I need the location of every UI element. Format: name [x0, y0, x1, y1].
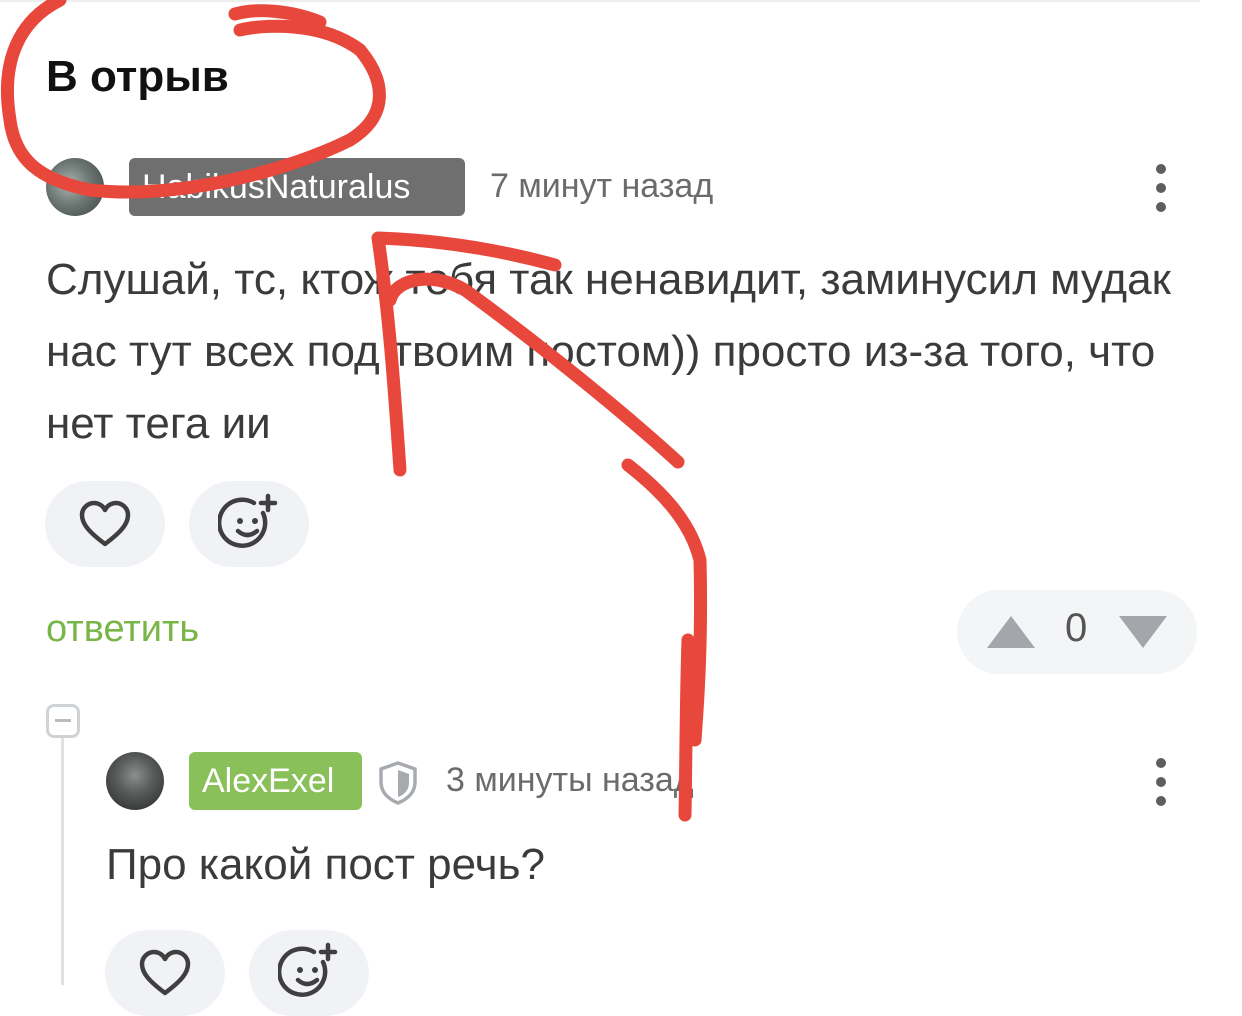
- arrow-down-icon[interactable]: [1117, 614, 1169, 650]
- arrow-up-icon[interactable]: [985, 614, 1037, 650]
- emoji-add-icon: [218, 493, 278, 548]
- rating-control: 0: [957, 590, 1197, 674]
- shield-icon: [379, 761, 417, 805]
- comment-text: Слушай, тс, ктож тебя так ненавидит, зам…: [46, 255, 1171, 448]
- comment-time: 7 минут назад: [490, 167, 714, 205]
- top-divider: [0, 0, 1200, 2]
- author-name[interactable]: HabikusNaturalus: [129, 158, 465, 216]
- collapse-minus-icon[interactable]: [46, 704, 80, 738]
- section-title: В отрыв: [46, 52, 229, 101]
- author-name[interactable]: AlexExel: [189, 752, 362, 810]
- rating-count: 0: [1065, 606, 1088, 650]
- avatar[interactable]: [46, 158, 104, 216]
- like-button[interactable]: [45, 481, 165, 567]
- heart-icon: [139, 949, 191, 996]
- emoji-add-icon: [278, 942, 338, 997]
- avatar[interactable]: [106, 752, 164, 810]
- reply-link[interactable]: ответить: [46, 608, 199, 651]
- comment-time: 3 минуты назад: [446, 761, 694, 799]
- more-vertical-icon[interactable]: [1147, 160, 1175, 216]
- thread-line[interactable]: [61, 738, 64, 985]
- more-vertical-icon[interactable]: [1147, 754, 1175, 810]
- add-reaction-button[interactable]: [249, 930, 369, 1016]
- like-button[interactable]: [105, 930, 225, 1016]
- comment-text: Про какой пост речь?: [106, 840, 545, 889]
- heart-icon: [79, 500, 131, 547]
- red-annotation: [0, 0, 708, 822]
- add-reaction-button[interactable]: [189, 481, 309, 567]
